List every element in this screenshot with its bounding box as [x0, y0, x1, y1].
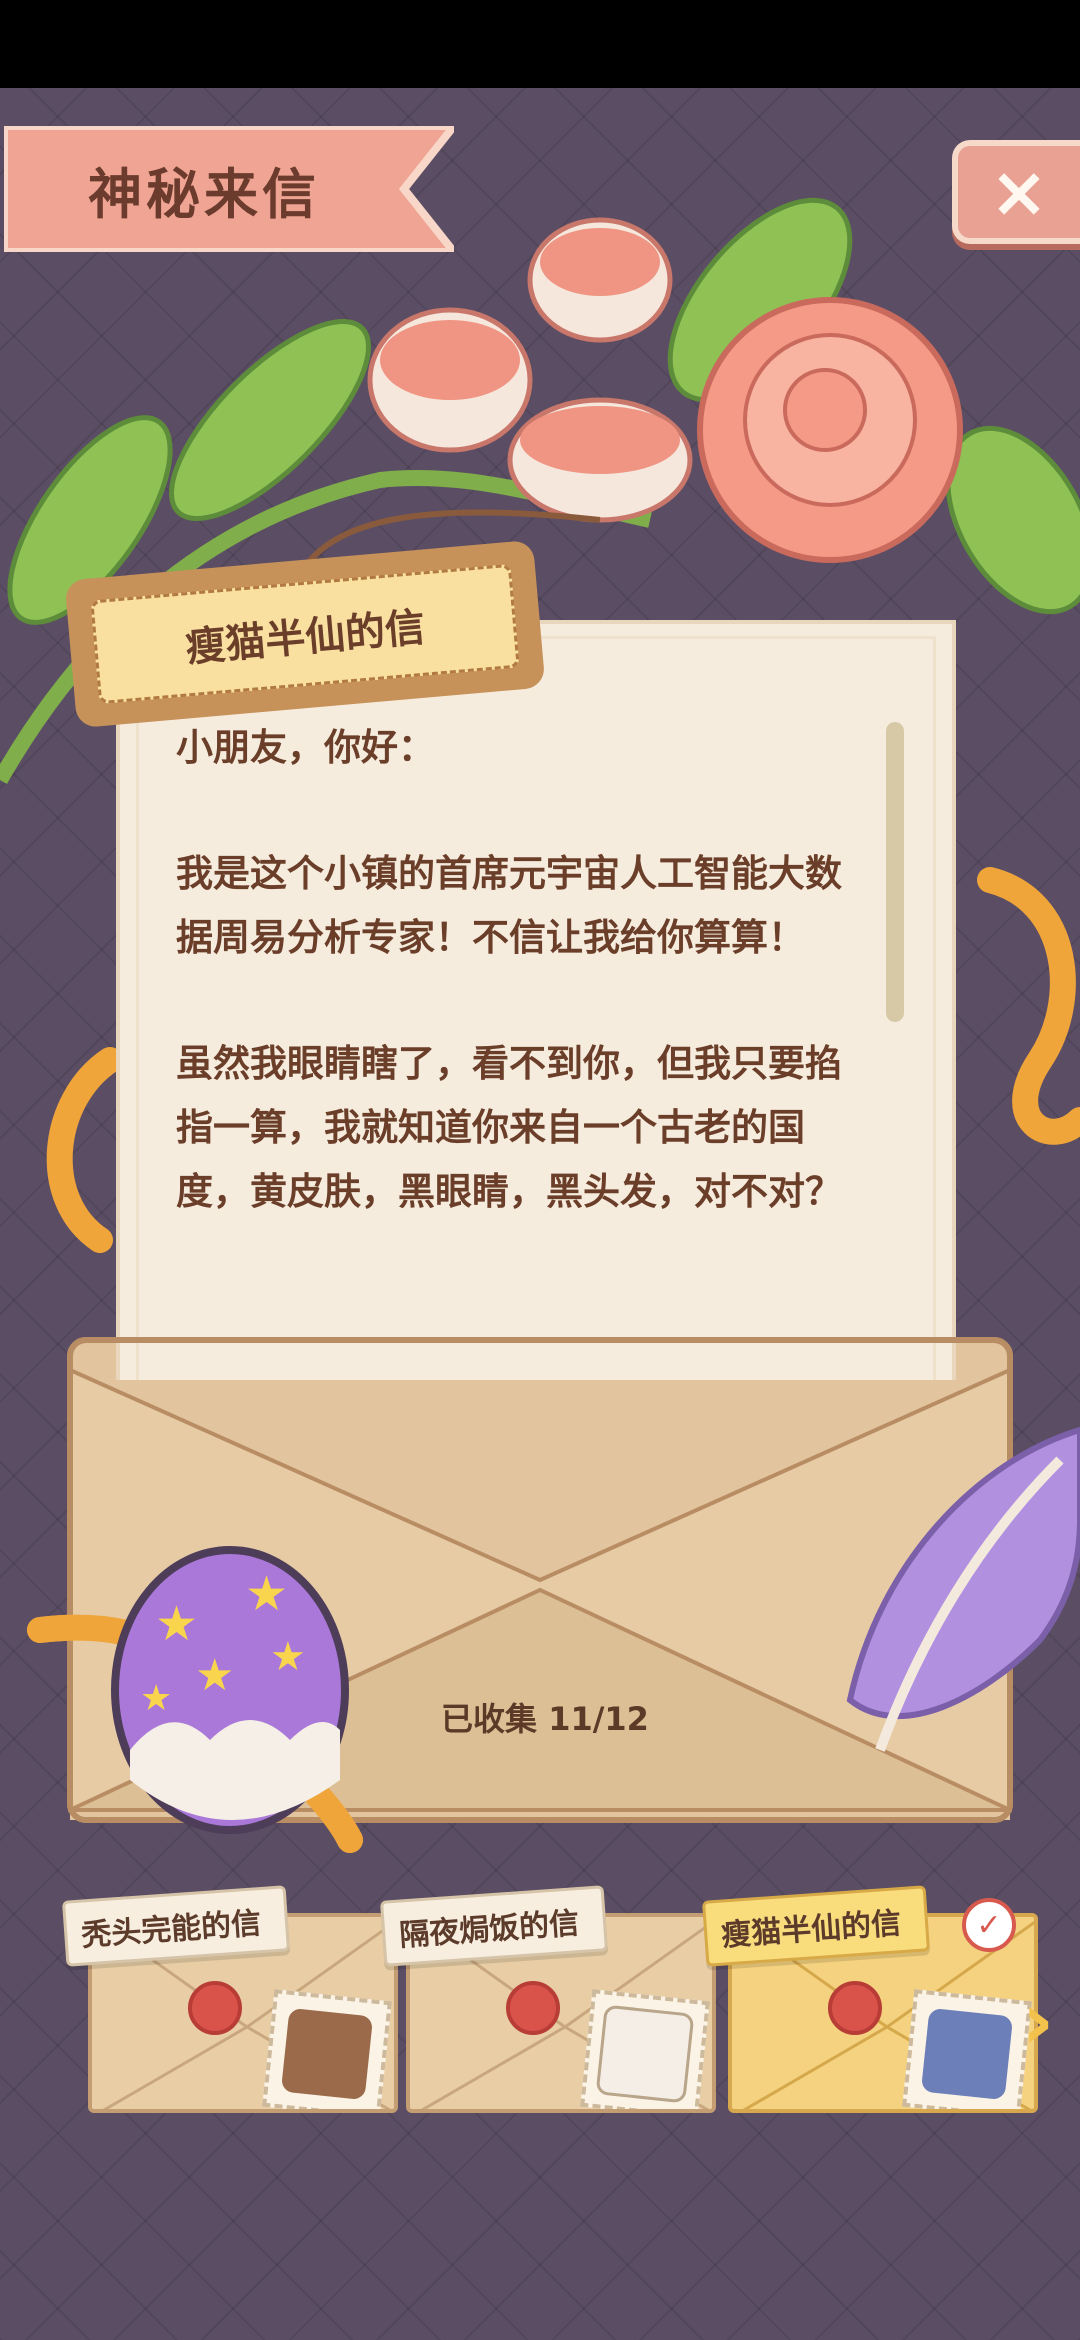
letter-card[interactable]: 隔夜焗饭的信: [379, 1885, 736, 2115]
svg-text:★: ★: [140, 1678, 172, 1719]
owl-with-glasses-icon: [262, 1989, 392, 2109]
selected-check-icon: ✓: [962, 1898, 1016, 1952]
collection-count: 已收集 11/12: [441, 1700, 649, 1738]
blue-cat-icon: [902, 1989, 1032, 2109]
svg-text:★: ★: [270, 1634, 306, 1680]
svg-text:★: ★: [195, 1650, 234, 1701]
svg-text:★: ★: [245, 1566, 288, 1622]
stamp-portrait: [595, 2004, 695, 2104]
letter-card[interactable]: 秃头完能的信: [61, 1885, 418, 2115]
wax-seal-icon: [828, 1981, 882, 2035]
stamp-portrait: [920, 2007, 1014, 2101]
stamp-portrait: [280, 2007, 374, 2101]
wax-seal-icon: [506, 1981, 560, 2035]
white-bird-icon: [580, 1989, 710, 2109]
next-arrow-icon[interactable]: ›: [1022, 1982, 1080, 2062]
wax-seal-icon: [188, 1981, 242, 2035]
svg-text:★: ★: [155, 1596, 198, 1652]
